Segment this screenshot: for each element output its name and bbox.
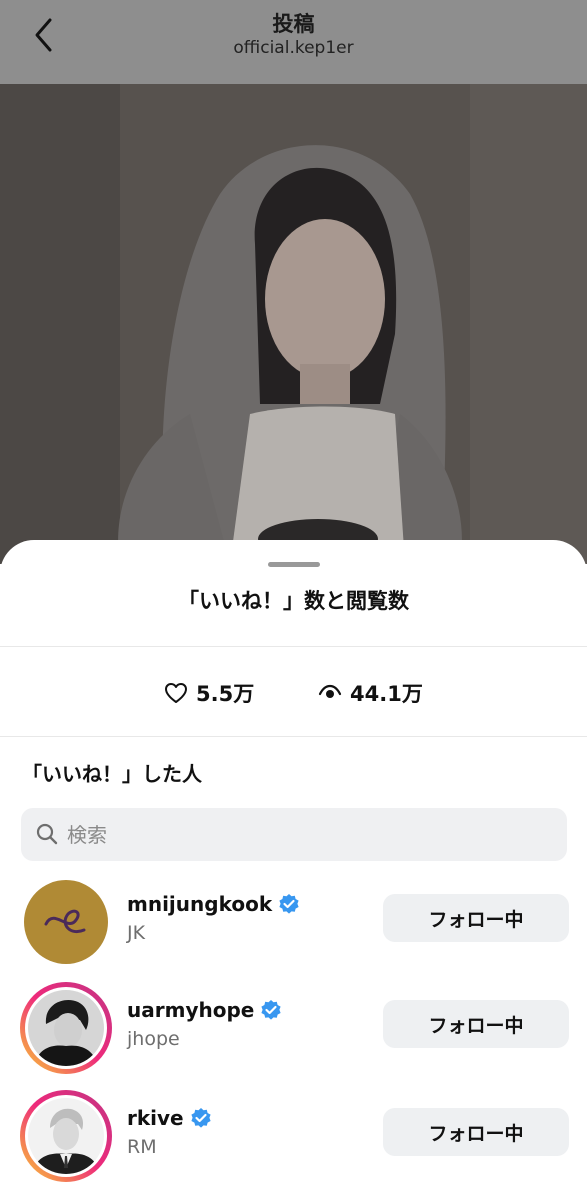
avatar[interactable] [20,876,112,968]
sheet-title: 「いいね！」数と閲覧数 [178,589,409,613]
full-name: RM [127,1136,157,1158]
views-stat: 44.1万 [318,678,423,708]
search-icon [36,823,58,845]
following-button[interactable]: フォロー中 [383,1000,569,1048]
post-photo [0,84,587,564]
verified-badge-icon [191,1108,211,1128]
avatar-image [28,990,104,1066]
likes-stat: 5.5万 [164,678,254,708]
verified-badge-icon [261,1000,281,1020]
eye-icon [318,684,342,698]
avatar[interactable] [20,1090,112,1182]
heart-icon [165,683,187,703]
full-name: JK [127,922,146,944]
search-bar[interactable] [21,808,567,861]
avatar-image [28,1098,104,1174]
stats-row: 5.5万 44.1万 [0,648,587,736]
username[interactable]: rkive [127,1106,184,1130]
verified-badge-icon [279,894,299,914]
user-row[interactable]: uarmyhope jhope フォロー中 [0,982,587,1082]
top-header: 投稿 official.kep1er [0,0,587,84]
views-count: 44.1万 [350,682,423,706]
search-input[interactable] [67,808,547,861]
likes-sheet: 「いいね！」数と閲覧数 5.5万 44.1万 「いいね！」した人 検索 mnij… [0,540,587,1200]
username[interactable]: uarmyhope [127,998,254,1022]
account-username[interactable]: official.kep1er [0,38,587,58]
sheet-grabber[interactable] [268,562,320,567]
avatar-image [24,880,108,964]
user-row[interactable]: rkive RM フォロー中 [0,1090,587,1190]
following-button[interactable]: フォロー中 [383,1108,569,1156]
full-name: jhope [127,1028,180,1050]
likes-count: 5.5万 [196,682,255,706]
page-title: 投稿 [272,12,315,36]
divider [0,646,587,647]
liked-by-label: 「いいね！」した人 [22,762,202,786]
avatar[interactable] [20,982,112,1074]
username[interactable]: mnijungkook [127,892,272,916]
user-row[interactable]: mnijungkook JK フォロー中 [0,876,587,976]
following-button[interactable]: フォロー中 [383,894,569,942]
divider [0,736,587,737]
